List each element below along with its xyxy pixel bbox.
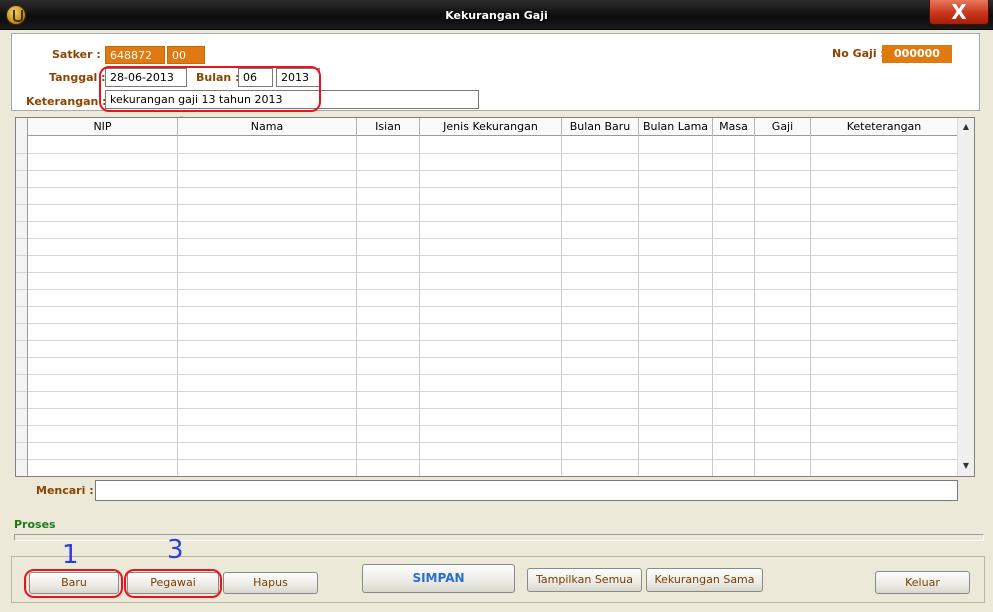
- row-indicator-divider: [16, 255, 27, 256]
- row-indicator-divider: [16, 374, 27, 375]
- satker-sub-field[interactable]: 00: [167, 46, 205, 64]
- hapus-button[interactable]: Hapus: [223, 572, 318, 594]
- row-indicator-divider: [16, 340, 27, 341]
- annotation-number-1: 1: [62, 540, 79, 570]
- annotation-number-3: 3: [167, 535, 184, 565]
- row-indicator-divider: [16, 476, 27, 477]
- column-header-masa[interactable]: Masa: [713, 118, 755, 136]
- row-indicator-divider: [16, 153, 27, 154]
- grid-row-divider: [28, 442, 958, 443]
- grid-row-divider: [28, 459, 958, 460]
- pegawai-button[interactable]: Pegawai: [127, 572, 219, 594]
- baru-button[interactable]: Baru: [29, 572, 119, 594]
- tanggal-input[interactable]: 28-06-2013: [105, 68, 187, 87]
- grid-row-divider: [28, 323, 958, 324]
- grid-row-divider: [28, 153, 958, 154]
- row-indicator-divider: [16, 459, 27, 460]
- tahun-input[interactable]: 2013: [276, 68, 320, 87]
- grid-body[interactable]: [28, 136, 958, 476]
- row-indicator-divider: [16, 187, 27, 188]
- data-grid[interactable]: NIP Nama Isian Jenis Kekurangan Bulan Ba…: [15, 117, 975, 477]
- search-label: Mencari :: [36, 484, 94, 497]
- grid-row-divider: [28, 340, 958, 341]
- tampilkan-semua-button[interactable]: Tampilkan Semua: [527, 568, 642, 592]
- tanggal-label: Tanggal :: [49, 71, 106, 84]
- row-indicator-column: [16, 118, 28, 477]
- bulan-label: Bulan :: [196, 71, 240, 84]
- row-indicator-divider: [16, 170, 27, 171]
- close-icon[interactable]: X: [929, 0, 989, 25]
- column-header-bulan-lama[interactable]: Bulan Lama: [639, 118, 713, 136]
- grid-row-divider: [28, 204, 958, 205]
- row-indicator-divider: [16, 442, 27, 443]
- grid-row-divider: [28, 238, 958, 239]
- arrow-up-icon[interactable]: ▲: [958, 119, 974, 135]
- title-bar: Kekurangan Gaji X: [0, 0, 993, 30]
- column-header-gaji[interactable]: Gaji: [755, 118, 811, 136]
- row-indicator-divider: [16, 391, 27, 392]
- grid-scrollbar[interactable]: ▲ ▼: [957, 118, 974, 476]
- row-indicator-divider: [16, 323, 27, 324]
- row-indicator-divider: [16, 357, 27, 358]
- arrow-down-icon[interactable]: ▼: [958, 458, 974, 474]
- kekurangan-sama-button[interactable]: Kekurangan Sama: [646, 568, 763, 592]
- grid-row-divider: [28, 272, 958, 273]
- grid-row-divider: [28, 391, 958, 392]
- nogaji-label: No Gaji :: [832, 47, 885, 60]
- row-indicator-divider: [16, 306, 27, 307]
- row-indicator-divider: [16, 425, 27, 426]
- row-indicator-divider: [16, 408, 27, 409]
- keterangan-label: Keterangan :: [26, 95, 107, 108]
- bulan-input[interactable]: 06: [238, 68, 273, 87]
- proses-label: Proses: [14, 518, 56, 531]
- grid-row-divider: [28, 425, 958, 426]
- column-header-jenis-kekurangan[interactable]: Jenis Kekurangan: [420, 118, 562, 136]
- grid-row-divider: [28, 374, 958, 375]
- column-header-bulan-baru[interactable]: Bulan Baru: [562, 118, 639, 136]
- grid-row-divider: [28, 221, 958, 222]
- satker-code-field[interactable]: 648872: [105, 46, 165, 64]
- grid-row-divider: [28, 357, 958, 358]
- grid-row-divider: [28, 170, 958, 171]
- progress-bar: [14, 534, 984, 541]
- row-indicator-divider: [16, 221, 27, 222]
- simpan-button[interactable]: SIMPAN: [362, 564, 515, 593]
- grid-header: NIP Nama Isian Jenis Kekurangan Bulan Ba…: [28, 118, 958, 136]
- grid-row-divider: [28, 255, 958, 256]
- column-header-keteterangan[interactable]: Keteterangan: [811, 118, 958, 136]
- window-title: Kekurangan Gaji: [445, 9, 548, 22]
- keterangan-input[interactable]: kekurangan gaji 13 tahun 2013: [105, 90, 479, 109]
- nogaji-field: 000000: [882, 45, 952, 63]
- grid-row-divider: [28, 306, 958, 307]
- column-header-nama[interactable]: Nama: [178, 118, 357, 136]
- grid-row-divider: [28, 408, 958, 409]
- column-header-nip[interactable]: NIP: [28, 118, 178, 136]
- grid-row-divider: [28, 187, 958, 188]
- grid-row-divider: [28, 289, 958, 290]
- row-indicator-divider: [16, 289, 27, 290]
- column-header-isian[interactable]: Isian: [357, 118, 420, 136]
- header-panel: Satker : 648872 00 No Gaji : 000000 Tang…: [11, 33, 980, 111]
- row-indicator-divider: [16, 238, 27, 239]
- row-indicator-divider: [16, 272, 27, 273]
- satker-label: Satker :: [52, 48, 101, 61]
- row-indicator-divider: [16, 204, 27, 205]
- keluar-button[interactable]: Keluar: [875, 571, 970, 594]
- search-input[interactable]: [95, 480, 958, 501]
